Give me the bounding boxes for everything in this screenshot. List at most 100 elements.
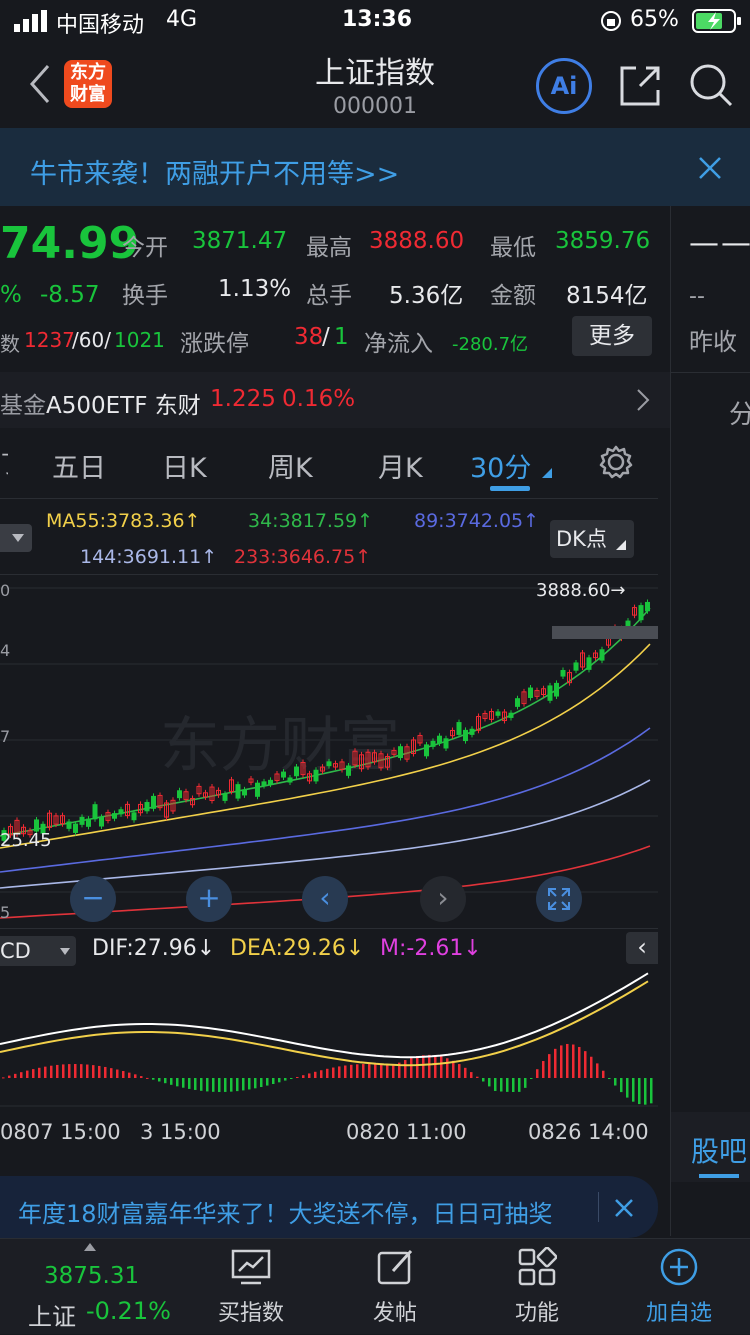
candlestick-chart[interactable]: 东方财富 3888.60→ 25.45 0 4 7 5 [0, 576, 658, 926]
amount-label: 金额 [490, 283, 536, 309]
macd-bar [116, 1069, 119, 1078]
macd-bar [200, 1078, 203, 1091]
tab-30min[interactable]: 30分 [470, 446, 531, 485]
zoom-out-button[interactable]: − [70, 876, 116, 922]
collapse-button[interactable]: ‹ [626, 932, 658, 964]
macd-bar [62, 1064, 65, 1078]
zoom-in-button[interactable]: + [186, 876, 232, 922]
candle [281, 771, 286, 778]
buy-index-label: 买指数 [217, 1301, 284, 1326]
search-icon[interactable] [688, 62, 734, 108]
change-pct: % [0, 282, 22, 308]
candle [599, 649, 605, 661]
macd-bar [134, 1074, 137, 1078]
macd-name: CD [0, 939, 31, 963]
candle [131, 812, 137, 821]
candle [463, 729, 468, 742]
candle [144, 802, 150, 812]
post-button[interactable]: 发帖 [320, 1239, 470, 1335]
related-fund-row[interactable]: 基金 A500ETF 东财 1.225 0.16% [0, 372, 670, 428]
macd-bar [416, 1056, 419, 1078]
macd-bar [476, 1076, 479, 1078]
functions-button[interactable]: 功能 [462, 1239, 612, 1335]
fund-pct: 0.16% [282, 386, 356, 412]
macd-bar [308, 1073, 311, 1078]
ai-button[interactable]: Ai [536, 58, 592, 114]
low-label: 最低 [490, 235, 536, 261]
macd-bar [644, 1078, 647, 1105]
bottom-promo-bar[interactable]: 年度18财富嘉年华来了！大奖送不停，日日可抽奖 [0, 1176, 658, 1238]
ma144-indicator: 144:3691.11↑ [80, 546, 218, 568]
tab-daily-k[interactable]: 日K [162, 446, 207, 485]
back-icon[interactable] [28, 64, 52, 104]
promo-banner[interactable]: 牛市来袭！两融开户不用等>> [0, 128, 750, 206]
macd-bar [356, 1064, 359, 1078]
open-value: 3871.47 [192, 228, 288, 254]
tab-partial[interactable]: 了 [0, 444, 8, 484]
count-label: 数 [0, 332, 20, 356]
macd-bar [458, 1064, 461, 1078]
signal-icon [14, 10, 47, 32]
close-icon[interactable] [614, 1198, 634, 1218]
candle [261, 781, 267, 786]
dropdown-triangle-icon [616, 540, 626, 550]
stock-code: 000001 [333, 94, 417, 119]
amount-value: 8154亿 [566, 283, 648, 309]
candle [398, 746, 403, 759]
macd-bar [26, 1070, 29, 1078]
index-summary[interactable]: 3875.31 上证 -0.21% [14, 1239, 171, 1335]
macd-chart[interactable] [0, 968, 658, 1108]
dk-point-button[interactable]: DK点 [550, 520, 634, 558]
kline-chart-area[interactable]: MA55:3783.36↑ 34:3817.59↑ 89:3742.05↑ 14… [0, 498, 658, 1144]
macd-bar [464, 1067, 467, 1078]
macd-bar [284, 1078, 287, 1081]
macd-bar [536, 1069, 539, 1078]
macd-bar [332, 1067, 335, 1078]
macd-selector[interactable]: CD [0, 936, 76, 966]
dif-line [0, 972, 649, 1059]
scroll-left-button[interactable]: ‹ [302, 876, 348, 922]
macd-bar [122, 1071, 125, 1078]
buy-index-button[interactable]: 买指数 [176, 1239, 326, 1335]
macd-bar [386, 1065, 389, 1078]
macd-bar [248, 1078, 251, 1090]
close-icon[interactable] [698, 156, 722, 180]
candle [66, 821, 72, 829]
scroll-right-button[interactable]: › [420, 876, 466, 922]
candle [151, 795, 156, 809]
candle [86, 818, 91, 827]
candle [515, 698, 520, 707]
macd-bar [578, 1046, 581, 1078]
ma-dropdown[interactable] [0, 524, 32, 552]
count-up: 1237 [24, 328, 75, 352]
macd-bar [8, 1075, 11, 1078]
candle [645, 601, 650, 612]
limit-down: 1 [334, 324, 349, 350]
tab-monthly-k[interactable]: 月K [378, 446, 423, 485]
prev-close-label: 昨收 [689, 328, 737, 356]
fullscreen-button[interactable] [536, 876, 582, 922]
more-button[interactable]: 更多 [572, 316, 652, 356]
clock: 13:36 [342, 7, 413, 32]
tab-weekly-k[interactable]: 周K [268, 446, 313, 485]
high-label: 最高 [306, 235, 352, 261]
add-watchlist-button[interactable]: 加自选 [604, 1239, 750, 1335]
macd-bar [602, 1070, 605, 1078]
promo-text[interactable]: 年度18财富嘉年华来了！大奖送不停，日日可抽奖 [18, 1194, 594, 1229]
share-icon[interactable] [618, 64, 662, 108]
banner-text[interactable]: 牛市来袭！两融开户不用等>> [30, 152, 399, 191]
fen-label: 分 [729, 400, 750, 430]
logo-text-1: 东方 [70, 62, 106, 83]
macd-bar [2, 1077, 5, 1079]
macd-bar [548, 1054, 551, 1078]
tab-five-day[interactable]: 五日 [52, 446, 106, 485]
macd-bar [440, 1056, 443, 1078]
index-value: 3875.31 [44, 1263, 140, 1289]
macd-bar [482, 1078, 485, 1082]
gear-icon[interactable] [598, 444, 634, 480]
macd-bar [554, 1048, 557, 1078]
candle [430, 740, 436, 747]
guba-tab[interactable]: 股吧 [671, 1112, 750, 1182]
macd-bar [446, 1058, 449, 1078]
macd-bar [626, 1078, 629, 1098]
